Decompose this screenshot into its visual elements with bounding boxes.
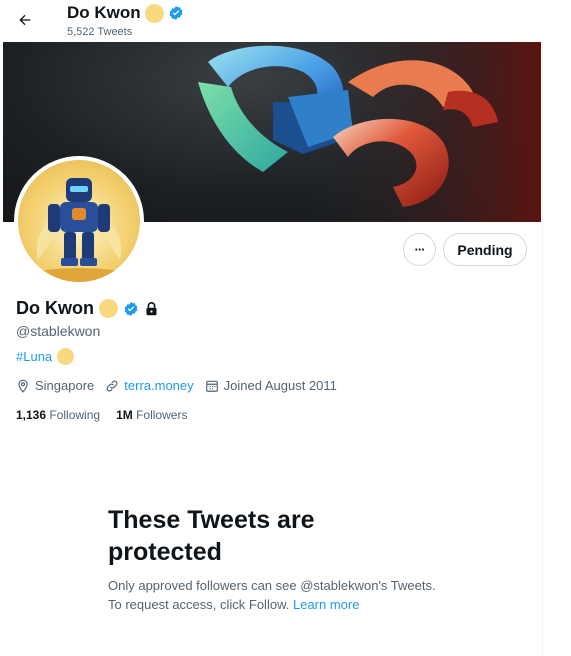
back-button[interactable] — [10, 5, 40, 35]
website-link[interactable]: terra.money — [124, 378, 193, 393]
moon-emoji-icon — [57, 348, 75, 365]
website-item: terra.money — [105, 378, 194, 393]
following-label: Following — [49, 408, 101, 422]
protected-message: Only approved followers can see @stablek… — [108, 576, 438, 614]
robot-avatar-image — [24, 178, 134, 282]
followers-label: Followers — [136, 408, 188, 422]
lock-icon — [146, 301, 157, 315]
learn-more-link[interactable]: Learn more — [293, 597, 359, 612]
location-pin-icon — [18, 379, 28, 393]
top-bar: Do Kwon 5,522 Tweets — [0, 0, 543, 42]
moon-emoji-icon — [144, 3, 164, 23]
profile-meta: Singapore terra.money Joined August 2011 — [16, 378, 348, 393]
profile-name-row: Do Kwon — [16, 298, 159, 319]
profile-bio: #Luna — [16, 348, 75, 365]
protected-message-text: Only approved followers can see @stablek… — [108, 578, 436, 612]
more-dots-icon: ··· — [414, 242, 426, 257]
arrow-left-icon — [19, 14, 31, 26]
link-icon — [106, 380, 118, 391]
verified-badge-icon — [169, 6, 182, 20]
calendar-icon — [205, 380, 218, 392]
follow-stats: 1,136 Following 1M Followers — [16, 408, 187, 422]
followers-count: 1M — [116, 408, 133, 422]
tweet-count: 5,522 Tweets — [67, 26, 133, 38]
moon-emoji-icon — [99, 299, 118, 318]
location-item: Singapore — [16, 378, 94, 393]
pending-button[interactable]: Pending — [443, 233, 527, 266]
location-text: Singapore — [35, 378, 95, 393]
joined-item: Joined August 2011 — [205, 378, 337, 393]
more-options-button[interactable]: ··· — [403, 233, 436, 266]
following-link[interactable]: 1,136 Following — [16, 408, 100, 422]
joined-text: Joined August 2011 — [223, 378, 337, 393]
profile-column: Do Kwon 5,522 Tweets ··· Pending Do Kwon… — [0, 0, 543, 656]
profile-handle: @stablekwon — [16, 323, 101, 339]
header-title: Do Kwon — [67, 3, 184, 23]
profile-name: Do Kwon — [16, 298, 94, 318]
following-count: 1,136 — [16, 408, 47, 422]
followers-link[interactable]: 1M Followers — [116, 408, 187, 422]
protected-title: These Tweets are protected — [108, 506, 315, 566]
profile-avatar[interactable] — [14, 156, 144, 286]
header-name: Do Kwon — [67, 3, 141, 22]
verified-badge-icon — [124, 301, 138, 316]
hashtag-link[interactable]: #Luna — [16, 349, 52, 364]
